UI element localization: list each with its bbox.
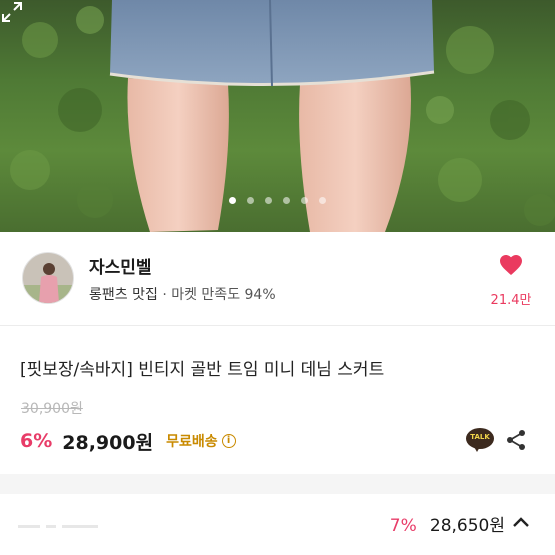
- kakao-talk-tail: [473, 445, 481, 452]
- market-satisfaction: 마켓 만족도 94%: [171, 287, 276, 303]
- carousel-dot[interactable]: [301, 197, 308, 204]
- like-count: 21.4만: [490, 293, 532, 308]
- seller-category: 롱팬츠 맛집: [89, 287, 158, 303]
- sale-price: 28,900원: [62, 431, 154, 454]
- section-divider: [0, 474, 555, 494]
- carousel-dot[interactable]: [265, 197, 272, 204]
- heart-icon[interactable]: [499, 254, 523, 276]
- carousel-dot[interactable]: [229, 197, 236, 204]
- info-icon[interactable]: i: [221, 434, 236, 448]
- kakao-talk-label: TALK: [470, 433, 490, 441]
- expand-icon[interactable]: [0, 0, 24, 24]
- bottom-sale-price: 28,650원: [429, 516, 505, 536]
- option-placeholder: [18, 516, 138, 530]
- product-image[interactable]: [0, 0, 555, 232]
- price-row: 6% 28,900원 무료배송 i: [20, 428, 236, 454]
- seller-avatar[interactable]: [22, 252, 74, 304]
- product-title: [핏보장/속바지] 빈티지 골반 트임 미니 데님 스커트: [20, 360, 385, 380]
- original-price: 30,900원: [21, 401, 83, 417]
- bottom-price: 7% 28,650원: [390, 511, 505, 536]
- seller-meta: 롱팬츠 맛집 · 마켓 만족도 94%: [89, 284, 276, 304]
- like-button[interactable]: 21.4만: [480, 254, 542, 308]
- kakao-talk-button[interactable]: TALK: [466, 428, 494, 453]
- carousel-dot[interactable]: [247, 197, 254, 204]
- seller-name[interactable]: 자스민벨: [89, 253, 152, 278]
- carousel-dot[interactable]: [319, 197, 326, 204]
- free-shipping-label: 무료배송: [166, 434, 218, 450]
- seller-info[interactable]: 자스민벨 롱팬츠 맛집 · 마켓 만족도 94% 21.4만: [0, 232, 555, 326]
- bottom-discount-rate: 7%: [389, 516, 417, 536]
- option-bar[interactable]: 7% 28,650원: [0, 494, 555, 555]
- share-icon[interactable]: [505, 429, 527, 451]
- chevron-up-icon[interactable]: [512, 515, 530, 529]
- carousel-dots[interactable]: [0, 197, 555, 204]
- carousel-dot[interactable]: [283, 197, 290, 204]
- meta-separator: ·: [162, 287, 167, 303]
- discount-rate: 6%: [20, 430, 53, 452]
